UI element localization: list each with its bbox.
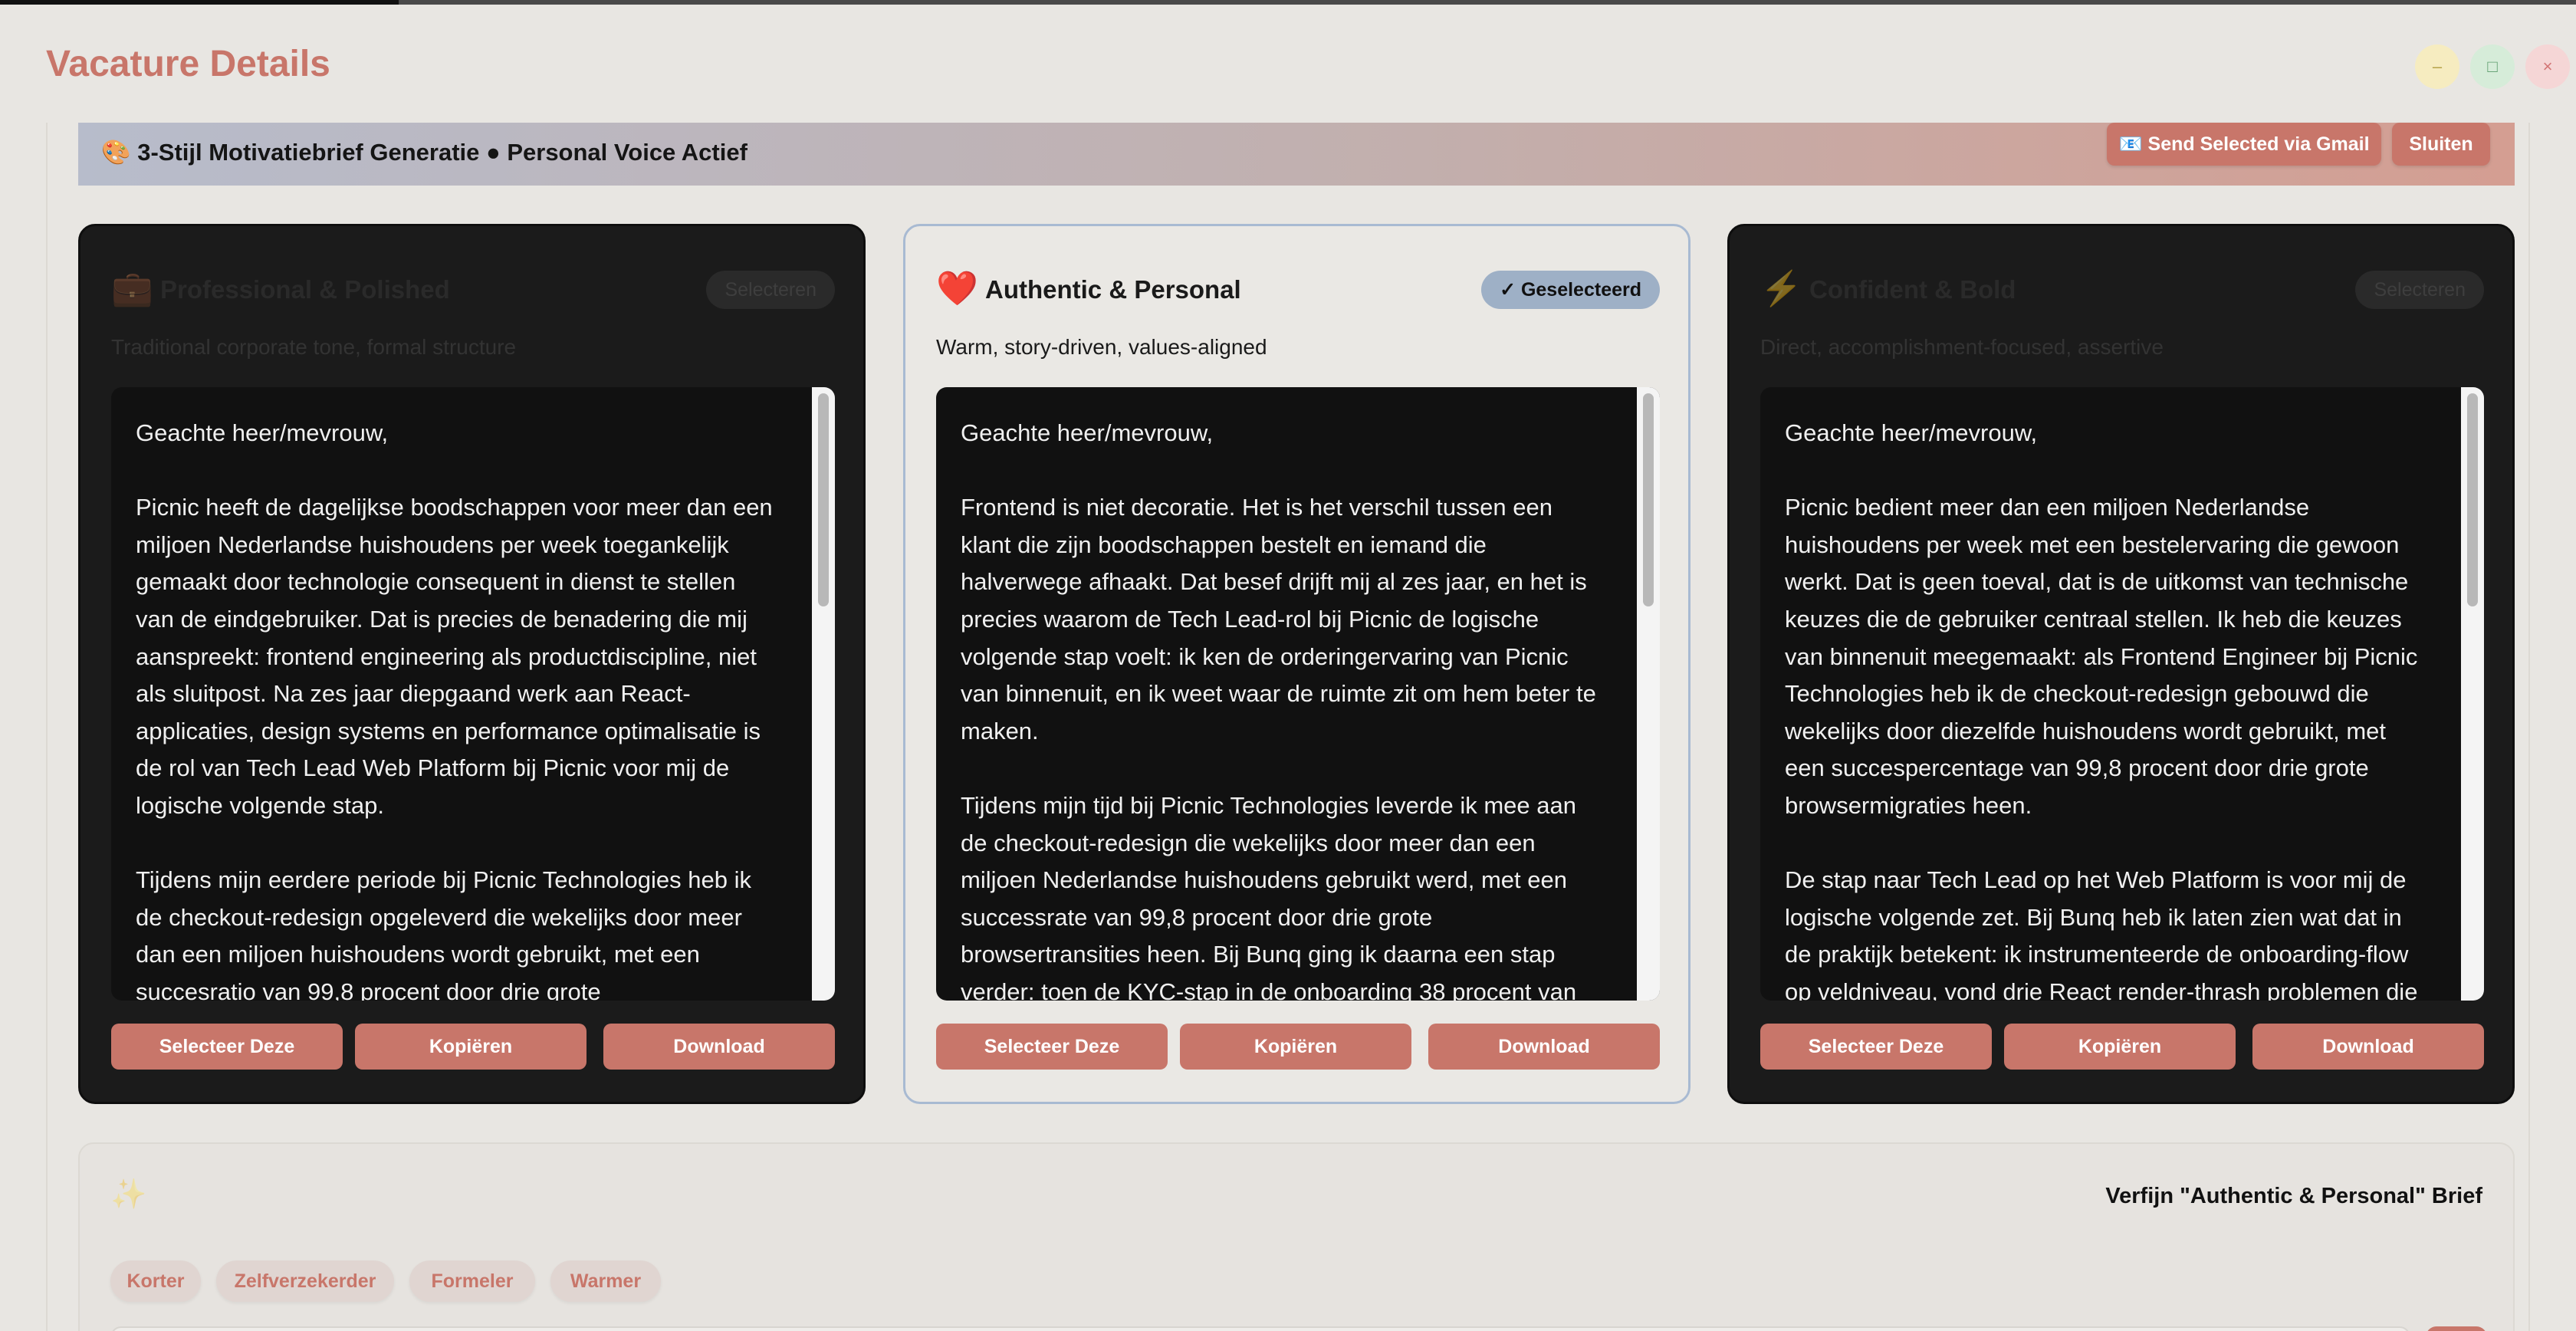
select-this-button[interactable]: Selecteer Deze <box>936 1024 1168 1070</box>
lightning-icon: ⚡ <box>1760 270 1802 307</box>
refine-section: ✨ Verfijn "Authentic & Personal" Brief K… <box>78 1142 2515 1331</box>
title-bar: Vacature Details – □ × <box>0 5 2576 120</box>
letter-scrollbar[interactable] <box>812 387 835 1001</box>
letter-scrollbar[interactable] <box>2461 387 2484 1001</box>
card-actions: Selecteer Deze Kopiëren Download <box>1760 1024 2484 1070</box>
send-gmail-button[interactable]: 📧 Send Selected via Gmail <box>2107 123 2381 166</box>
scrollbar-thumb[interactable] <box>2467 393 2478 606</box>
chip-formeler[interactable]: Formeler <box>409 1260 535 1302</box>
close-window-button[interactable]: × <box>2525 44 2570 89</box>
card-header: ⚡ Confident & Bold Selecteren <box>1760 266 2484 312</box>
close-button[interactable]: Sluiten <box>2392 123 2490 166</box>
style-card-confident[interactable]: ⚡ Confident & Bold Selecteren Direct, ac… <box>1727 224 2515 1104</box>
download-button[interactable]: Download <box>1428 1024 1660 1070</box>
scrollbar-thumb[interactable] <box>1643 393 1654 606</box>
heart-icon: ❤️ <box>936 270 978 307</box>
chip-zelfverzekerder[interactable]: Zelfverzekerder <box>216 1260 394 1302</box>
maximize-button[interactable]: □ <box>2470 44 2515 89</box>
letter-text: Geachte heer/mevrouw, Picnic heeft de da… <box>136 419 773 1001</box>
style-card-professional[interactable]: 💼 Professional & Polished Selecteren Tra… <box>78 224 866 1104</box>
letter-text: Geachte heer/mevrouw, Frontend is niet d… <box>961 419 1596 1001</box>
card-title: Professional & Polished <box>160 275 450 304</box>
card-header: ❤️ Authentic & Personal ✓ Geselecteerd <box>936 266 1660 312</box>
chip-warmer[interactable]: Warmer <box>550 1260 661 1302</box>
download-button[interactable]: Download <box>2252 1024 2484 1070</box>
style-card-authentic[interactable]: ❤️ Authentic & Personal ✓ Geselecteerd W… <box>903 224 1691 1104</box>
letter-preview[interactable]: Geachte heer/mevrouw, Frontend is niet d… <box>936 387 1660 1001</box>
selected-badge[interactable]: ✓ Geselecteerd <box>1481 271 1660 309</box>
refine-send-button[interactable] <box>2426 1326 2487 1331</box>
briefcase-icon: 💼 <box>111 270 153 307</box>
refine-title: Verfijn "Authentic & Personal" Brief <box>2105 1184 2482 1208</box>
card-actions: Selecteer Deze Kopiëren Download <box>111 1024 835 1070</box>
select-badge[interactable]: Selecteren <box>706 271 835 309</box>
refine-input[interactable] <box>110 1326 2410 1331</box>
select-this-button[interactable]: Selecteer Deze <box>111 1024 343 1070</box>
copy-button[interactable]: Kopiëren <box>2004 1024 2236 1070</box>
card-subtitle: Traditional corporate tone, formal struc… <box>111 335 517 359</box>
select-badge[interactable]: Selecteren <box>2355 271 2484 309</box>
letter-scrollbar[interactable] <box>1637 387 1660 1001</box>
card-title: Confident & Bold <box>1809 275 2016 304</box>
generation-banner: 🎨 3-Stijl Motivatiebrief Generatie ● Per… <box>78 123 2515 186</box>
minimize-button[interactable]: – <box>2415 44 2459 89</box>
download-button[interactable]: Download <box>603 1024 835 1070</box>
copy-button[interactable]: Kopiëren <box>355 1024 586 1070</box>
select-this-button[interactable]: Selecteer Deze <box>1760 1024 1992 1070</box>
card-title: Authentic & Personal <box>985 275 1241 304</box>
chip-korter[interactable]: Korter <box>110 1260 201 1302</box>
card-subtitle: Warm, story-driven, values-aligned <box>936 335 1267 359</box>
card-actions: Selecteer Deze Kopiëren Download <box>936 1024 1660 1070</box>
sparkle-icon: ✨ <box>110 1178 147 1211</box>
scrollbar-thumb[interactable] <box>818 393 829 606</box>
card-subtitle: Direct, accomplishment-focused, assertiv… <box>1760 335 2164 359</box>
letter-preview[interactable]: Geachte heer/mevrouw, Picnic heeft de da… <box>111 387 835 1001</box>
page-title: Vacature Details <box>46 44 330 84</box>
banner-title: 🎨 3-Stijl Motivatiebrief Generatie ● Per… <box>101 139 748 166</box>
letter-preview[interactable]: Geachte heer/mevrouw, Picnic bedient mee… <box>1760 387 2484 1001</box>
card-header: 💼 Professional & Polished Selecteren <box>111 266 835 312</box>
copy-button[interactable]: Kopiëren <box>1180 1024 1411 1070</box>
letter-text: Geachte heer/mevrouw, Picnic bedient mee… <box>1785 419 2418 1001</box>
